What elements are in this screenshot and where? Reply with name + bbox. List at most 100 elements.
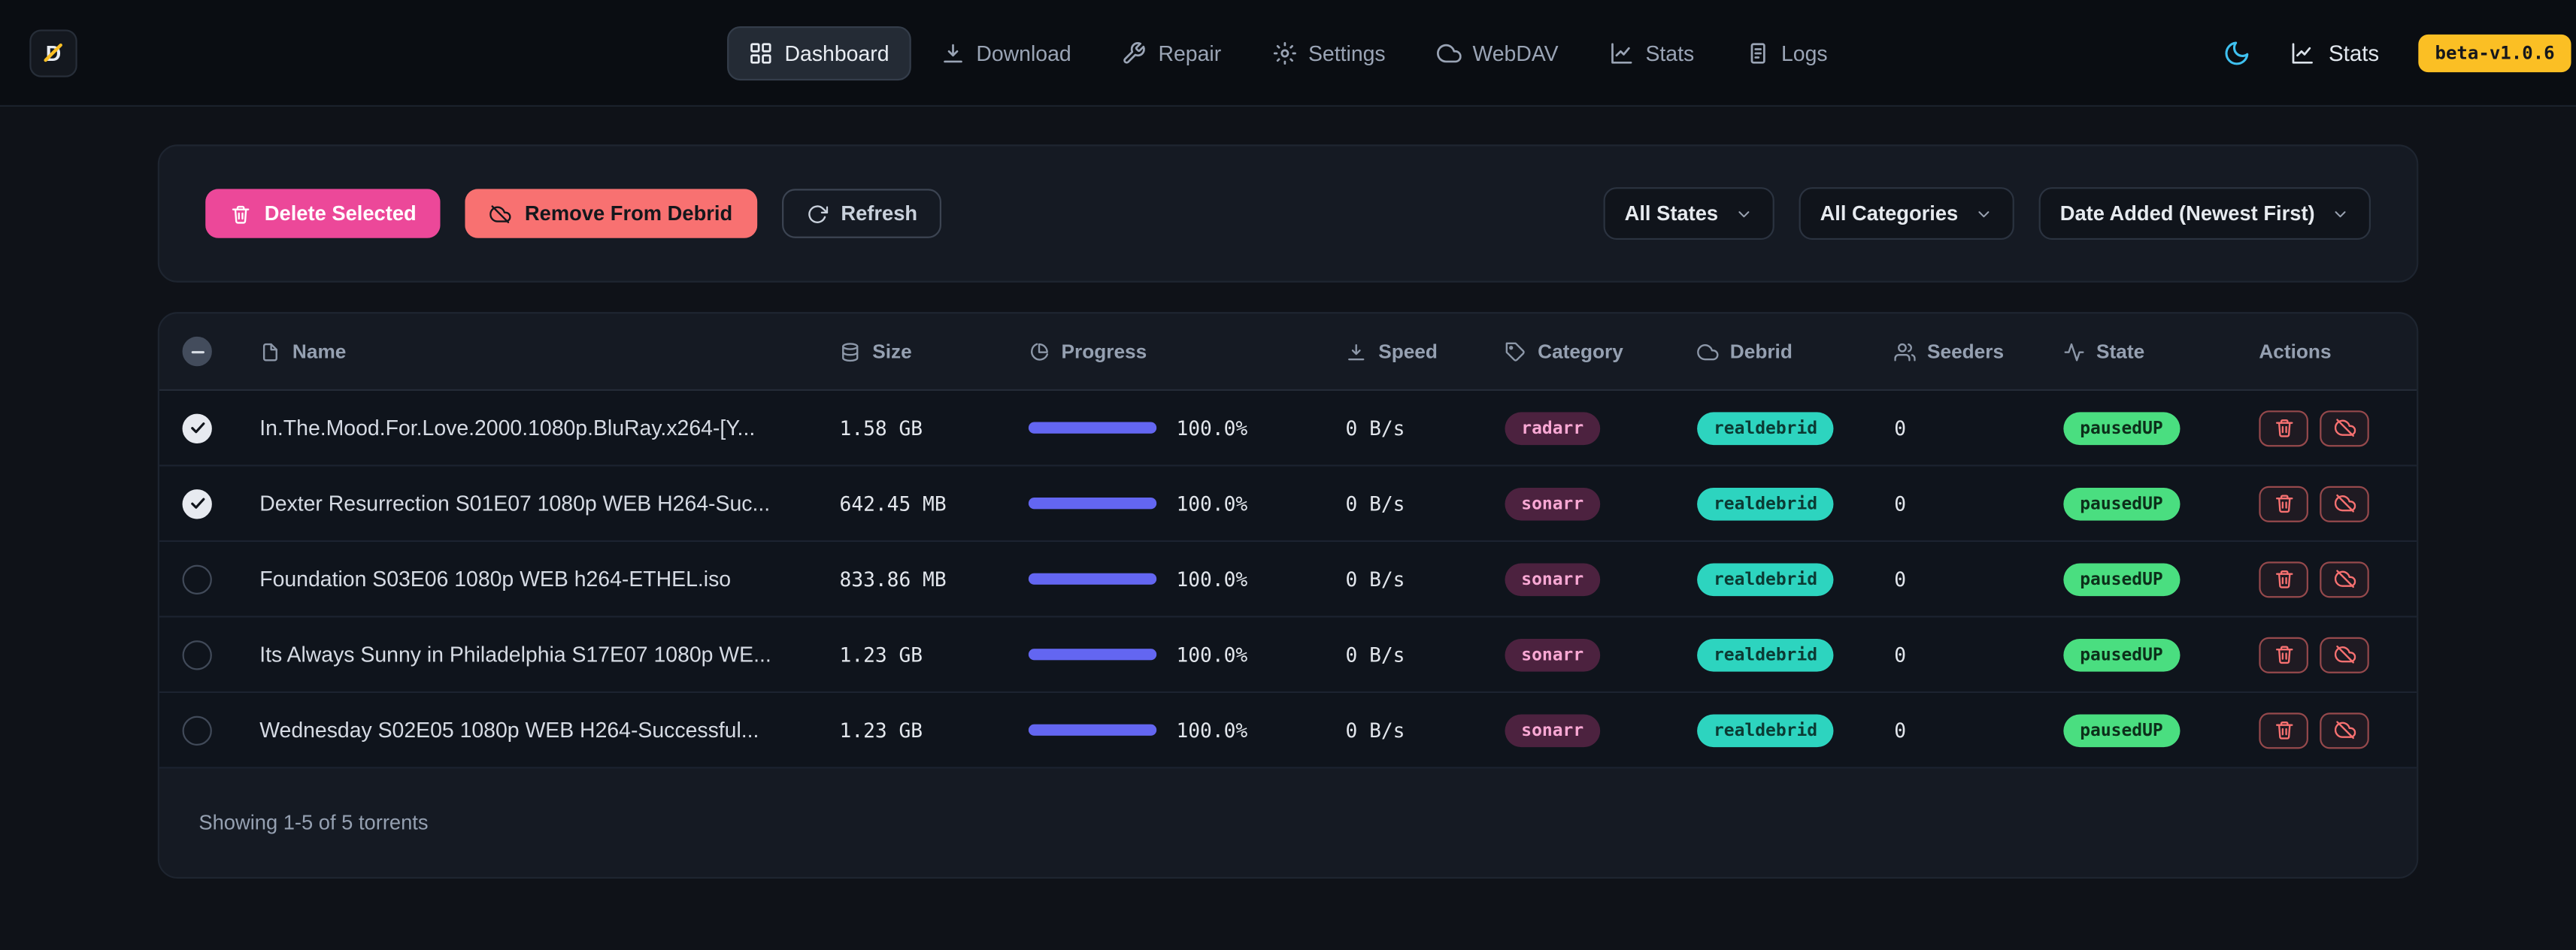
column-header-progress[interactable]: Progress	[1029, 340, 1346, 363]
column-header-label: Category	[1538, 340, 1623, 363]
column-header-size[interactable]: Size	[840, 340, 1029, 363]
wrench-icon	[1122, 41, 1147, 66]
trash-icon	[2273, 493, 2294, 514]
torrent-name: Foundation S03E06 1080p WEB h264-ETHEL.i…	[259, 567, 760, 591]
torrent-state-cell: pausedUP	[2063, 487, 2259, 520]
torrent-category-cell: sonarr	[1505, 487, 1697, 520]
column-header-speed[interactable]: Speed	[1346, 340, 1505, 363]
nav-item-repair[interactable]: Repair	[1101, 26, 1243, 80]
progress-percent: 100.0%	[1176, 643, 1247, 666]
cloud-slash-icon	[2334, 568, 2355, 589]
delete-selected-button[interactable]: Delete Selected	[205, 189, 441, 238]
torrent-debrid-cell: realdebrid	[1697, 562, 1894, 595]
row-checkbox[interactable]	[183, 564, 212, 594]
nav-item-label: Settings	[1308, 41, 1386, 66]
row-checkbox[interactable]	[183, 489, 212, 518]
remove-from-debrid-button[interactable]: Remove From Debrid	[465, 189, 757, 238]
trash-icon	[2273, 568, 2294, 589]
torrent-seeders: 0	[1894, 643, 2063, 666]
cloud-icon	[1697, 340, 1718, 362]
progress-percent: 100.0%	[1176, 416, 1247, 440]
app-logo[interactable]: D	[29, 29, 77, 76]
table-footer-text: Showing 1-5 of 5 torrents	[199, 811, 428, 834]
remove-from-debrid-row-button[interactable]	[2320, 410, 2369, 446]
refresh-label: Refresh	[841, 202, 917, 225]
column-header-category[interactable]: Category	[1505, 340, 1697, 363]
top-navbar: D DashboardDownloadRepair Settings WebDAV S…	[0, 0, 2576, 107]
remove-from-debrid-row-button[interactable]	[2320, 486, 2369, 522]
stats-link[interactable]: Stats	[2291, 41, 2379, 65]
refresh-button[interactable]: Refresh	[782, 189, 942, 238]
cloud-slash-icon	[2334, 644, 2355, 665]
remove-from-debrid-row-button[interactable]	[2320, 561, 2369, 597]
state-filter-select[interactable]: All States	[1603, 187, 1774, 240]
column-header-label: Seeders	[1927, 340, 2004, 363]
column-header-name[interactable]: Name	[259, 340, 839, 363]
nav-item-download[interactable]: Download	[919, 26, 1093, 80]
column-header-label: State	[2096, 340, 2144, 363]
remove-from-debrid-row-button[interactable]	[2320, 637, 2369, 673]
select-all-checkbox[interactable]	[183, 337, 212, 366]
cloud-icon	[1436, 41, 1461, 66]
category-badge: sonarr	[1505, 713, 1600, 746]
trash-icon	[230, 203, 251, 224]
nav-item-logs[interactable]: Logs	[1724, 26, 1850, 80]
remove-from-debrid-row-button[interactable]	[2320, 712, 2369, 748]
stats-link-label: Stats	[2329, 41, 2379, 65]
delete-torrent-button[interactable]	[2259, 486, 2308, 522]
category-badge: sonarr	[1505, 638, 1600, 671]
download-icon	[1346, 340, 1367, 362]
sort-value: Date Added (Newest First)	[2060, 202, 2315, 225]
theme-toggle-moon-icon[interactable]	[2223, 38, 2251, 66]
torrent-debrid-cell: realdebrid	[1697, 713, 1894, 746]
torrent-name: Dexter Resurrection S01E07 1080p WEB H26…	[259, 491, 799, 516]
debrid-badge: realdebrid	[1697, 562, 1834, 595]
torrent-size: 1.23 GB	[840, 643, 1029, 666]
download-icon	[940, 41, 965, 66]
delete-torrent-button[interactable]	[2259, 410, 2308, 446]
cloud-slash-icon	[490, 203, 511, 224]
column-header-state[interactable]: State	[2063, 340, 2259, 363]
table-body: In.The.Mood.For.Love.2000.1080p.BluRay.x…	[159, 391, 2417, 769]
nav-item-label: WebDAV	[1472, 41, 1558, 66]
nav-item-settings[interactable]: Settings	[1251, 26, 1408, 80]
row-actions	[2259, 637, 2393, 673]
delete-selected-label: Delete Selected	[265, 202, 417, 225]
check-icon	[188, 495, 206, 513]
column-header-seeders[interactable]: Seeders	[1894, 340, 2063, 363]
torrent-name-cell: Its Always Sunny in Philadelphia S17E07 …	[259, 642, 839, 667]
trash-icon	[2273, 644, 2294, 665]
chevron-down-icon	[1735, 204, 1753, 222]
torrent-name-cell: Foundation S03E06 1080p WEB h264-ETHEL.i…	[259, 567, 839, 591]
torrent-category-cell: sonarr	[1505, 562, 1697, 595]
row-checkbox[interactable]	[183, 716, 212, 745]
app-root: D DashboardDownloadRepair Settings WebDAV S…	[0, 0, 2576, 950]
column-header-debrid[interactable]: Debrid	[1697, 340, 1894, 363]
nav-item-stats[interactable]: Stats	[1588, 26, 1716, 80]
torrent-speed: 0 B/s	[1346, 492, 1505, 515]
delete-torrent-button[interactable]	[2259, 637, 2308, 673]
row-checkbox[interactable]	[183, 640, 212, 669]
torrent-seeders: 0	[1894, 719, 2063, 742]
row-checkbox[interactable]	[183, 413, 212, 443]
delete-torrent-button[interactable]	[2259, 712, 2308, 748]
torrent-name: In.The.Mood.For.Love.2000.1080p.BluRay.x…	[259, 416, 784, 440]
column-header-label: Size	[872, 340, 911, 363]
nav-item-dashboard[interactable]: Dashboard	[727, 26, 911, 80]
torrent-state-cell: pausedUP	[2063, 411, 2259, 444]
sort-select[interactable]: Date Added (Newest First)	[2038, 187, 2371, 240]
category-filter-select[interactable]: All Categories	[1799, 187, 2014, 240]
delete-torrent-button[interactable]	[2259, 561, 2308, 597]
chevron-down-icon	[2332, 204, 2350, 222]
nav-item-webdav[interactable]: WebDAV	[1415, 26, 1580, 80]
torrent-seeders: 0	[1894, 416, 2063, 440]
torrent-seeders: 0	[1894, 492, 2063, 515]
progress-percent: 100.0%	[1176, 567, 1247, 591]
nav-item-label: Stats	[1645, 41, 1694, 66]
torrent-speed: 0 B/s	[1346, 416, 1505, 440]
torrent-progress-cell: 100.0%	[1029, 492, 1346, 515]
column-header-label: Name	[292, 340, 346, 363]
torrent-speed: 0 B/s	[1346, 719, 1505, 742]
column-header-label: Speed	[1378, 340, 1438, 363]
torrents-table-card: Name Size Progress Speed Category Debrid Seede…	[158, 312, 2419, 879]
